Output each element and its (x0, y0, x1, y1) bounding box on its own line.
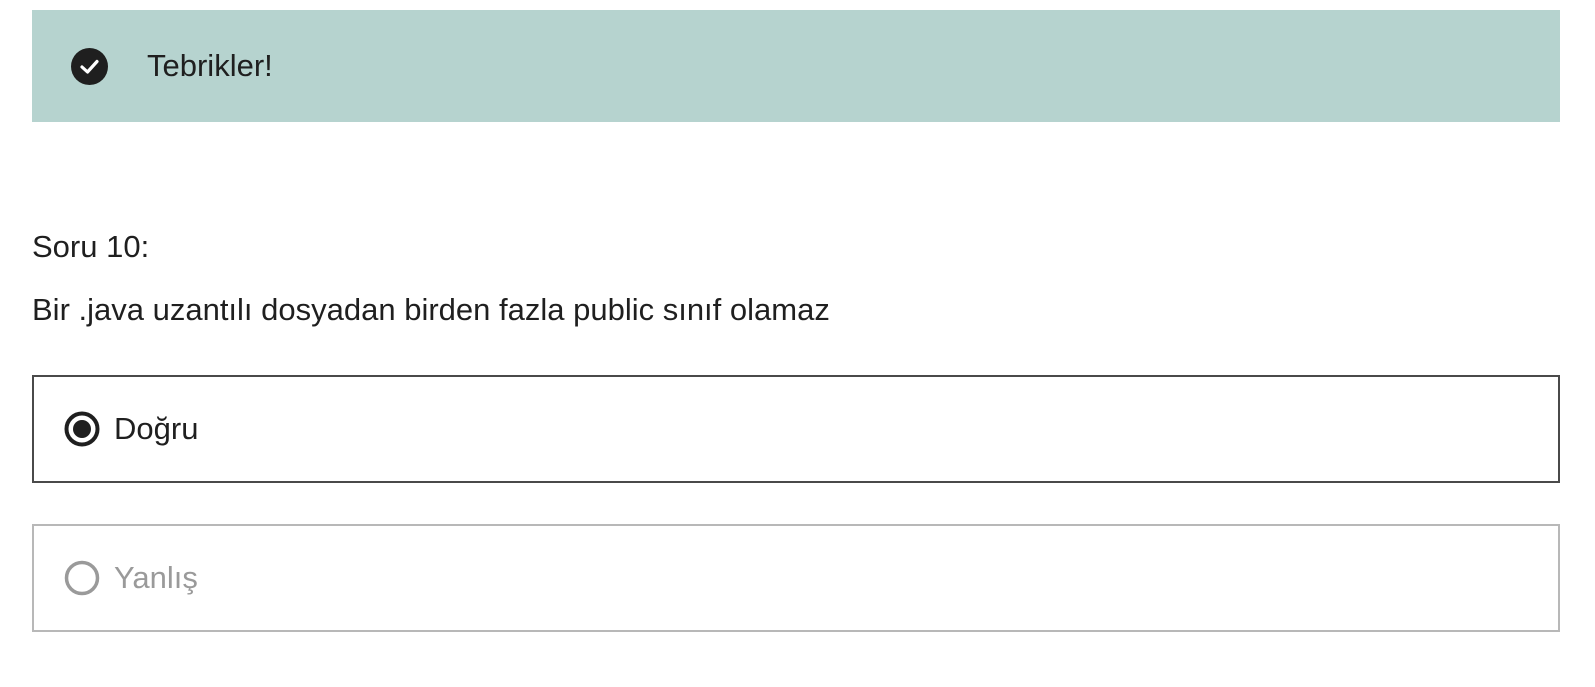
answer-option-yanlis[interactable]: Yanlış (32, 524, 1560, 632)
check-circle-icon (71, 47, 108, 85)
option-label: Doğru (114, 411, 199, 446)
radio-unchecked-icon[interactable] (64, 560, 100, 596)
radio-checked-icon[interactable] (64, 411, 100, 447)
feedback-banner: Tebrikler! (32, 10, 1560, 122)
feedback-message: Tebrikler! (147, 48, 273, 83)
question-text: Bir .java uzantılı dosyadan birden fazla… (32, 292, 830, 327)
answer-option-dogru[interactable]: Doğru (32, 375, 1560, 483)
question-number: Soru 10: (32, 229, 150, 264)
option-label: Yanlış (114, 560, 198, 595)
